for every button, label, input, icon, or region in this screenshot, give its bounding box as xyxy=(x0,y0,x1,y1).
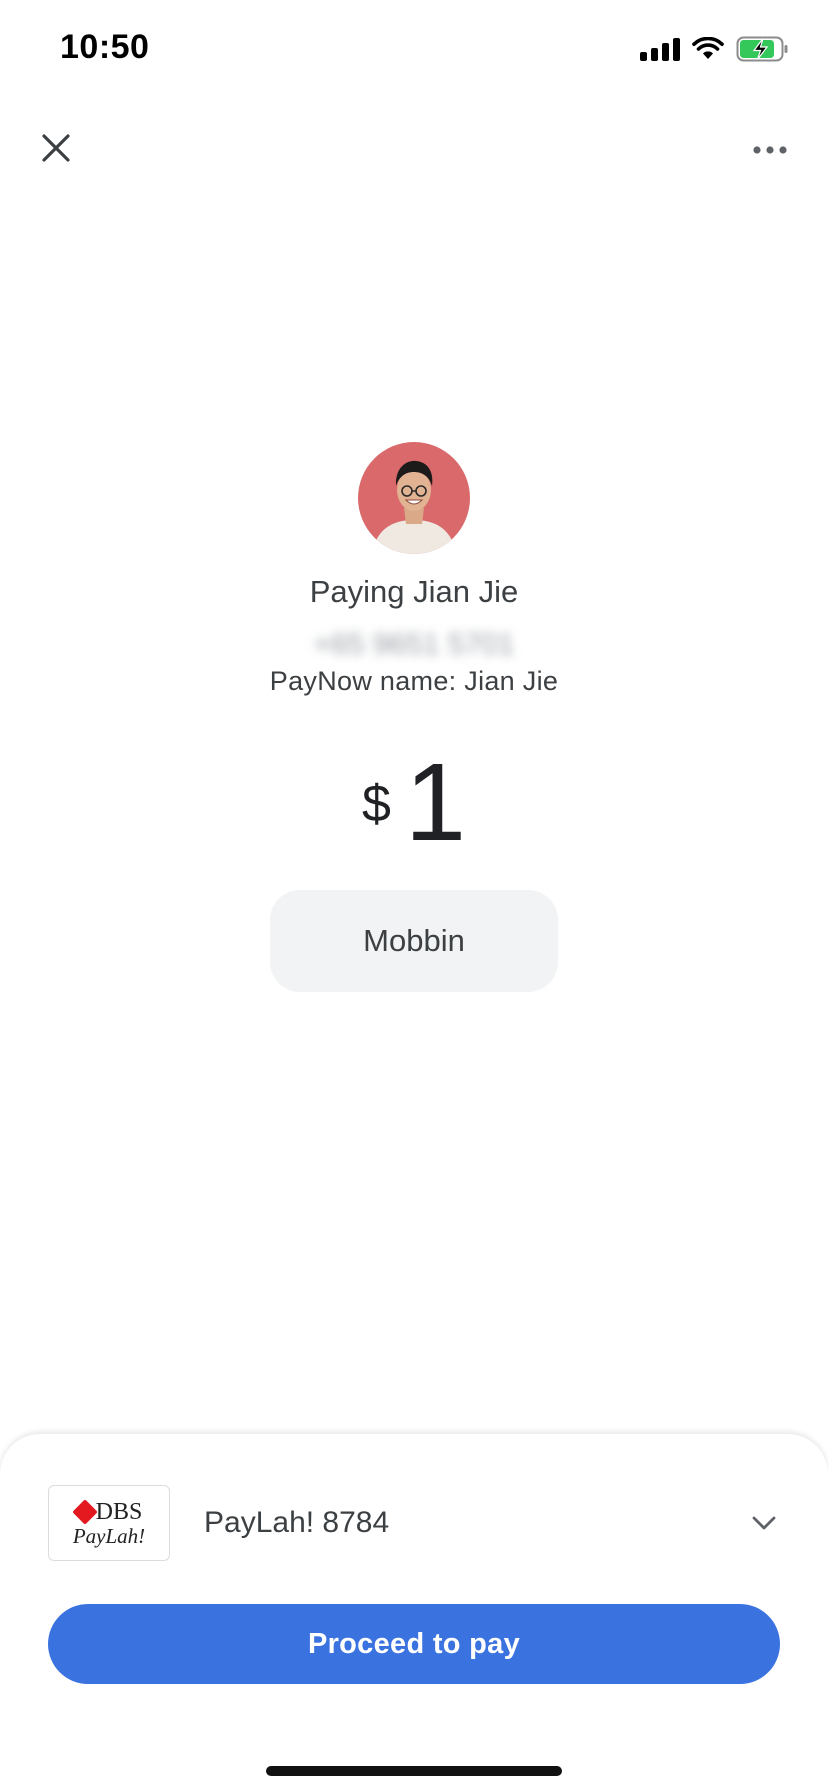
close-button[interactable] xyxy=(30,122,82,174)
more-horizontal-icon xyxy=(753,146,787,154)
proceed-to-pay-button[interactable]: Proceed to pay xyxy=(48,1604,780,1684)
amount[interactable]: $ 1 xyxy=(0,748,828,858)
logo-top-text: DBS xyxy=(95,1498,143,1525)
status-icons xyxy=(640,36,790,62)
dbs-paylah-logo: DBS PayLah! xyxy=(48,1485,170,1561)
bottom-sheet: DBS PayLah! PayLah! 8784 Proceed to pay xyxy=(0,1434,828,1792)
logo-bottom-text: PayLah! xyxy=(72,1523,146,1548)
status-bar: 10:50 xyxy=(0,0,828,100)
wifi-icon xyxy=(692,37,724,59)
dbs-logo-icon xyxy=(71,1498,98,1525)
battery-charging-icon xyxy=(736,36,788,62)
payee-phone: +65 9651 5701 xyxy=(313,628,515,661)
currency-symbol: $ xyxy=(361,775,391,833)
payment-method-label: PayLah! 8784 xyxy=(204,1506,390,1539)
payee-title: Paying Jian Jie xyxy=(309,574,519,609)
payment-method-selector[interactable]: DBS PayLah! PayLah! 8784 xyxy=(48,1484,780,1562)
payment-screen: 10:50 Paying Jian Jie +65 9651 5701 PayN… xyxy=(0,0,828,1792)
paynow-name: PayNow name: Jian Jie xyxy=(269,666,559,696)
signal-icon xyxy=(640,37,680,61)
chevron-down-icon[interactable] xyxy=(748,1507,780,1539)
avatar-photo xyxy=(358,442,470,554)
home-indicator[interactable] xyxy=(266,1766,562,1776)
close-icon xyxy=(42,134,70,162)
note-chip[interactable]: Mobbin xyxy=(270,890,558,992)
avatar xyxy=(358,442,470,554)
status-time: 10:50 xyxy=(60,28,150,66)
amount-value[interactable]: 1 xyxy=(405,748,466,858)
more-options-button[interactable] xyxy=(742,124,798,176)
